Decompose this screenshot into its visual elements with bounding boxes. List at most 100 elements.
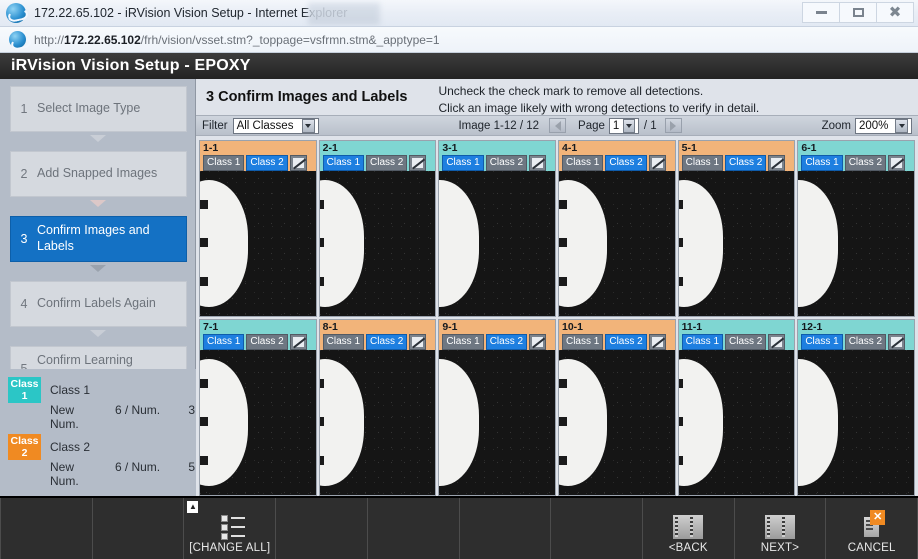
tile-image[interactable] [558, 350, 675, 495]
minimize-button[interactable] [802, 2, 840, 23]
tile-image[interactable] [678, 171, 795, 316]
class-2-num-label: Num. [131, 460, 161, 474]
part-slot [558, 455, 567, 465]
next-page-button[interactable] [664, 118, 682, 133]
image-tile[interactable]: 9-1 Class 1 Class 2 [438, 319, 556, 496]
image-tile[interactable]: 7-1 Class 1 Class 2 [199, 319, 317, 496]
maximize-button[interactable] [839, 2, 877, 23]
tile-detection-checkbox[interactable] [289, 334, 307, 350]
tile-image[interactable] [200, 350, 316, 495]
tile-class-1-button[interactable]: Class 1 [561, 155, 604, 171]
step-label: Add Snapped Images [37, 166, 158, 181]
tile-class-2-button[interactable]: Class 2 [844, 155, 887, 171]
tile-image[interactable] [319, 171, 436, 316]
toolbar-cell-5[interactable] [368, 498, 460, 559]
filter-select-value: All Classes [236, 119, 294, 132]
zoom-select[interactable]: 200% [855, 117, 912, 134]
toolbar-cell-6[interactable] [460, 498, 552, 559]
tile-class-buttons: Class 1 Class 2 [203, 155, 314, 171]
tile-class-1-button[interactable]: Class 1 [801, 334, 843, 350]
tile-class-1-button[interactable]: Class 1 [203, 155, 245, 171]
tile-detection-checkbox[interactable] [888, 155, 906, 171]
tile-class-2-button[interactable]: Class 2 [246, 155, 288, 171]
tile-detection-checkbox[interactable] [888, 334, 906, 350]
previous-page-button[interactable] [549, 118, 567, 133]
image-tile[interactable]: 2-1 Class 1 Class 2 [318, 140, 437, 317]
tile-class-1-button[interactable]: Class 1 [681, 334, 724, 350]
image-tile[interactable]: 6-1 Class 1 Class 2 [797, 140, 915, 317]
toolbar-cell-2[interactable] [93, 498, 185, 559]
part-slot [319, 276, 324, 286]
tile-class-1-button[interactable]: Class 1 [561, 334, 604, 350]
tile-class-2-button[interactable]: Class 2 [605, 334, 647, 350]
tile-detection-checkbox[interactable] [768, 334, 786, 350]
tile-class-2-button[interactable]: Class 2 [605, 155, 647, 171]
tile-image[interactable] [678, 350, 795, 495]
chevron-down-icon[interactable] [301, 118, 315, 133]
sidebar-item-confirm-labels-again[interactable]: 4 Confirm Labels Again [10, 281, 187, 327]
section-heading: 3 Confirm Images and Labels [206, 89, 408, 105]
tile-class-1-button[interactable]: Class 1 [801, 155, 843, 171]
tile-class-1-button[interactable]: Class 1 [203, 334, 245, 350]
part-slot [200, 200, 208, 210]
page-select[interactable]: 1 [608, 117, 639, 134]
chevron-down-icon[interactable] [623, 118, 635, 133]
tile-detection-checkbox[interactable] [648, 334, 666, 350]
tile-class-2-button[interactable]: Class 2 [246, 334, 288, 350]
tile-class-2-button[interactable]: Class 2 [366, 334, 408, 350]
tile-class-2-button[interactable]: Class 2 [485, 155, 528, 171]
tile-detection-checkbox[interactable] [529, 334, 547, 350]
tile-detection-checkbox[interactable] [409, 155, 427, 171]
tile-class-1-button[interactable]: Class 1 [322, 334, 365, 350]
tile-image[interactable] [798, 171, 914, 316]
image-tile[interactable]: 1-1 Class 1 Class 2 [199, 140, 317, 317]
tile-class-2-button[interactable]: Class 2 [725, 334, 767, 350]
filter-select[interactable]: All Classes [232, 117, 319, 134]
tile-class-1-button[interactable]: Class 1 [442, 334, 484, 350]
tile-class-1-button[interactable]: Class 1 [442, 155, 484, 171]
tile-detection-checkbox[interactable] [648, 155, 666, 171]
tile-class-2-button[interactable]: Class 2 [366, 155, 408, 171]
tile-image[interactable] [439, 171, 555, 316]
change-all-button[interactable]: ▲ [CHANGE ALL] [184, 498, 277, 559]
cancel-button[interactable]: ✕ CANCEL [826, 498, 918, 559]
address-bar[interactable]: http://172.22.65.102/frh/vision/vsset.st… [0, 27, 918, 53]
tile-detection-checkbox[interactable] [409, 334, 427, 350]
part-slot [200, 455, 208, 465]
tile-class-2-button[interactable]: Class 2 [485, 334, 528, 350]
close-button[interactable]: ✖ [876, 2, 914, 23]
sidebar-item-add-snapped-images[interactable]: 2 Add Snapped Images [10, 151, 187, 197]
tile-class-buttons: Class 1 Class 2 [801, 155, 912, 171]
image-tile[interactable]: 8-1 Class 1 Class 2 [318, 319, 437, 496]
back-button[interactable]: <BACK [643, 498, 735, 559]
tile-class-1-button[interactable]: Class 1 [322, 155, 365, 171]
tile-image[interactable] [798, 350, 914, 495]
sidebar-item-select-image-type[interactable]: 1 Select Image Type [10, 86, 187, 132]
toolbar-cell-1[interactable] [0, 498, 93, 559]
tile-class-buttons: Class 1 Class 2 [322, 334, 434, 350]
tile-image[interactable] [200, 171, 316, 316]
next-button[interactable]: NEXT> [735, 498, 827, 559]
tile-class-1-button[interactable]: Class 1 [681, 155, 724, 171]
tile-class-2-button[interactable]: Class 2 [844, 334, 887, 350]
image-tile[interactable]: 12-1 Class 1 Class 2 [797, 319, 915, 496]
chevron-down-icon[interactable] [895, 118, 908, 133]
tile-class-2-button[interactable]: Class 2 [725, 155, 767, 171]
image-tile[interactable]: 3-1 Class 1 Class 2 [438, 140, 556, 317]
toolbar-cell-7[interactable] [551, 498, 643, 559]
image-tile[interactable]: 10-1 Class 1 Class 2 [557, 319, 676, 496]
sidebar-item-confirm-images-and-labels[interactable]: 3 Confirm Images and Labels [10, 216, 187, 262]
image-tile[interactable]: 4-1 Class 1 Class 2 [557, 140, 676, 317]
tile-image[interactable] [439, 350, 555, 495]
image-tile[interactable]: 5-1 Class 1 Class 2 [677, 140, 796, 317]
image-tile[interactable]: 11-1 Class 1 Class 2 [677, 319, 796, 496]
zoom-select-value: 200% [859, 119, 889, 132]
toolbar-cell-4[interactable] [276, 498, 368, 559]
tile-detection-checkbox[interactable] [529, 155, 547, 171]
tile-image[interactable] [319, 350, 436, 495]
tile-detection-checkbox[interactable] [768, 155, 786, 171]
tile-image[interactable] [558, 171, 675, 316]
tile-class-buttons: Class 1 Class 2 [442, 334, 553, 350]
tile-detection-checkbox[interactable] [289, 155, 307, 171]
class-legend: Class 1 Class 1 New Num. 6 / Num. 3 Class… [0, 369, 196, 496]
